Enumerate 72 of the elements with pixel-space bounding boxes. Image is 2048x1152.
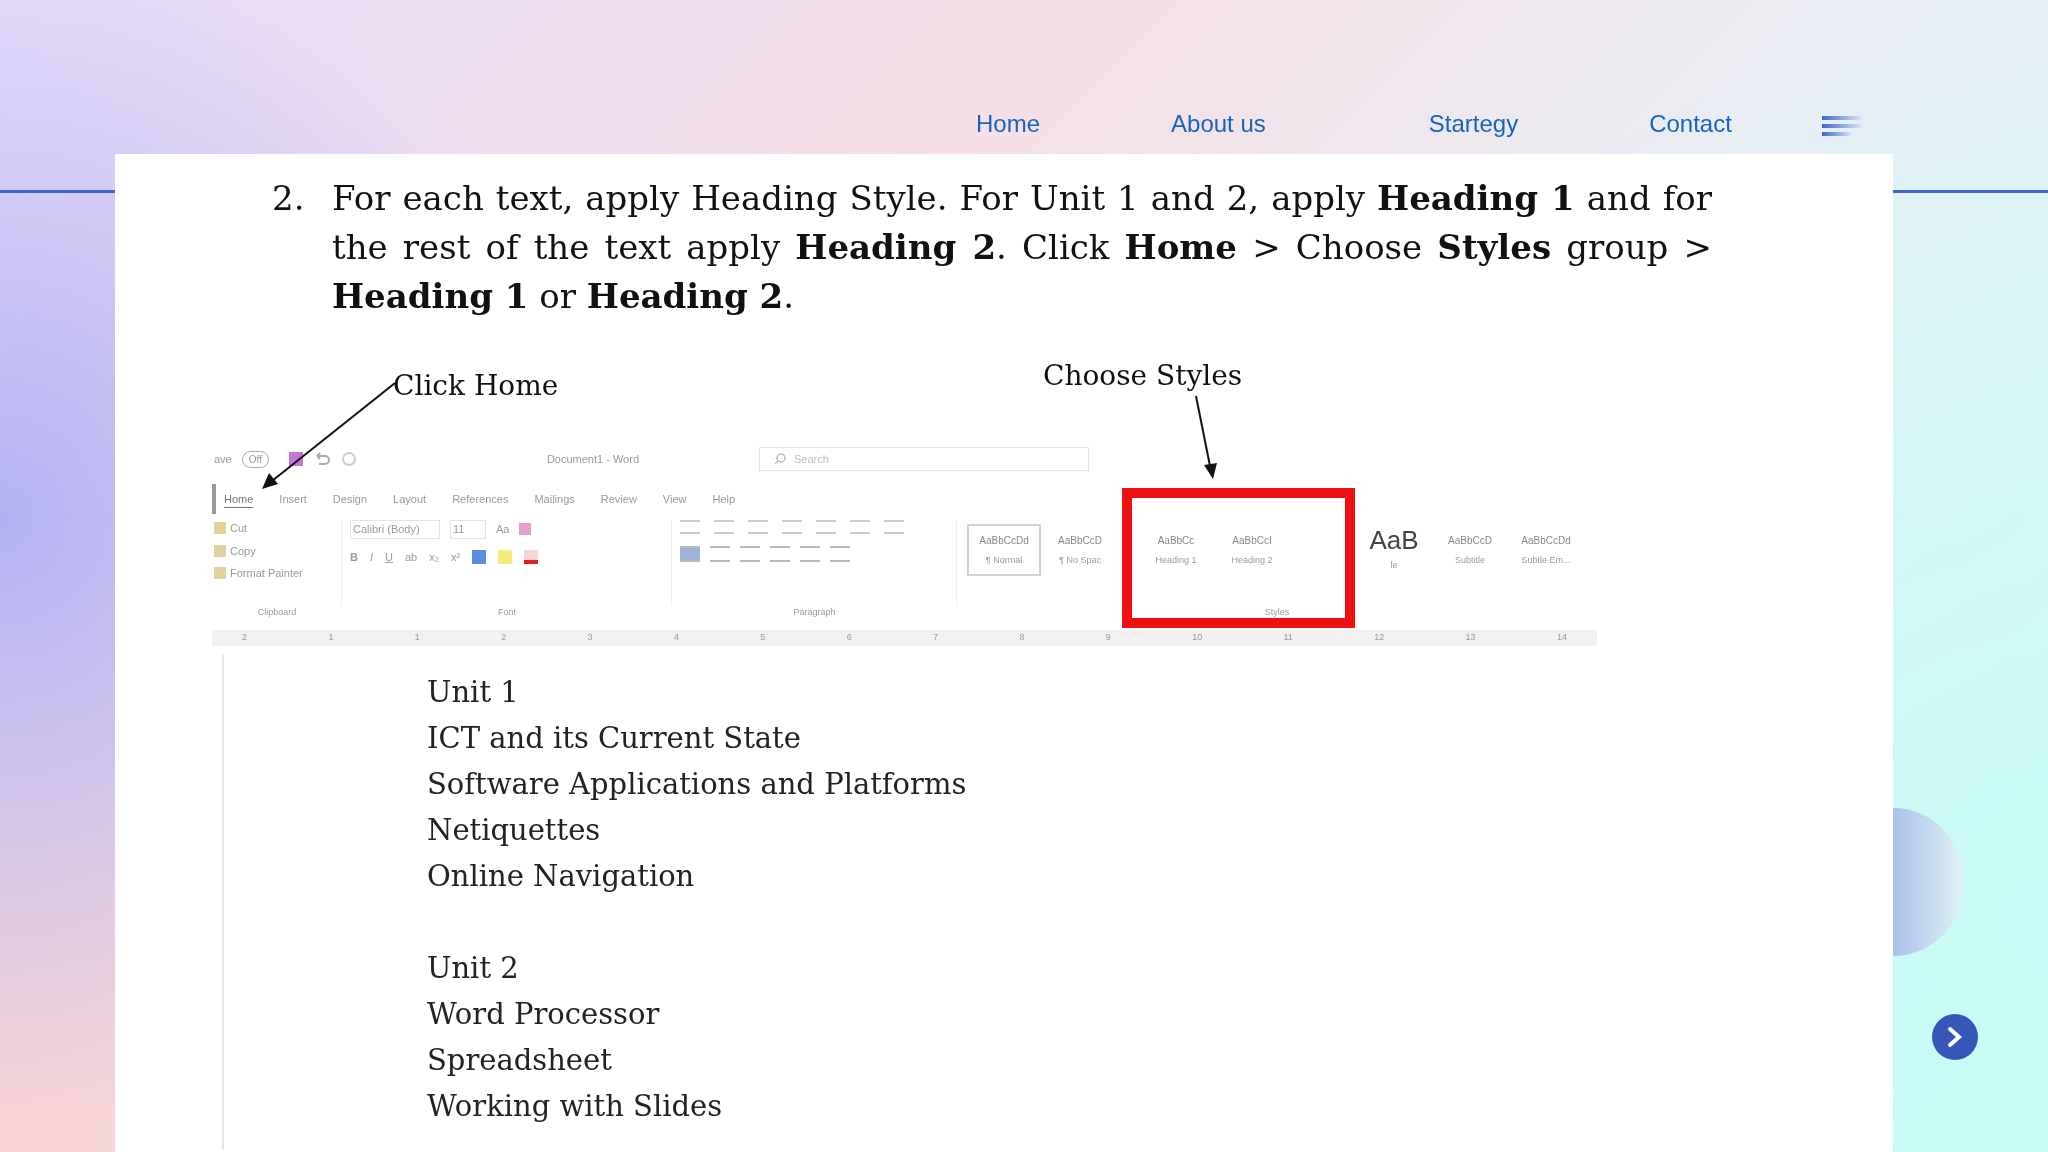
callout-label: Choose Styles	[1043, 358, 1243, 394]
change-case-button[interactable]: Aa	[496, 521, 510, 538]
style-preview: AaB	[1369, 527, 1419, 554]
chevron-right-icon	[1946, 1026, 1964, 1048]
format-button[interactable]: x²	[451, 548, 461, 565]
document-line: Unit 2	[427, 950, 520, 987]
instruction-text: For each text, apply Heading Style. For Unit 1 and 2, apply Heading 1 and for the rest of the text apply Heading 2. Click Home > Choose Styles group > Heading 1 or Heading 2.	[332, 177, 1712, 318]
style-preview: AaBbCcDd	[979, 533, 1029, 548]
search-field[interactable]: Search	[759, 447, 1089, 471]
ribbon-tab[interactable]: Design	[332, 490, 368, 508]
style-preview: AaBbCcD	[1448, 533, 1492, 548]
clipboard-command[interactable]: Cut	[230, 520, 248, 537]
ribbon-tab[interactable]: Home	[224, 490, 254, 508]
style-name: Heading 1	[1155, 553, 1197, 567]
group-label: Styles	[1264, 606, 1290, 618]
document-line: Word Processor	[427, 996, 661, 1033]
document-line: ICT and its Current State	[427, 720, 802, 757]
group-label: Paragraph	[793, 606, 836, 618]
ribbon-tab[interactable]: Mailings	[534, 490, 575, 508]
style-gallery-item[interactable]: AaBbCcD ¶ No Spac	[1043, 524, 1117, 576]
redo-icon[interactable]	[340, 451, 357, 467]
document-line: Software Applications and Platforms	[427, 766, 968, 803]
ribbon-tab[interactable]: Layout	[393, 490, 427, 508]
style-gallery-item[interactable]: AaBbCcD Subtitle	[1433, 524, 1507, 576]
nav-link[interactable]: Startegy	[1428, 106, 1519, 142]
next-button[interactable]	[1932, 1014, 1978, 1060]
document-line: Online Navigation	[427, 858, 696, 895]
ribbon-tab[interactable]: Help	[712, 490, 736, 508]
nav-link[interactable]: Home	[976, 106, 1041, 142]
autosave-label: ave	[214, 451, 232, 467]
format-button[interactable]: ab	[404, 548, 418, 565]
style-gallery-item[interactable]: AaB le	[1357, 524, 1431, 576]
style-gallery-item[interactable]: AaBbCc Heading 1	[1139, 524, 1213, 576]
menu-icon[interactable]	[1821, 116, 1862, 136]
style-preview: AaBbCcDd	[1521, 533, 1571, 548]
window-title: Document1 - Word	[546, 451, 639, 467]
style-name: le	[1390, 559, 1398, 573]
ribbon-tab[interactable]: References	[452, 490, 509, 508]
format-button[interactable]: U	[385, 548, 393, 565]
font-size-field[interactable]: 11	[450, 520, 486, 539]
style-gallery-item[interactable]: AaBbCcDd ¶ Normal	[967, 524, 1041, 576]
style-name: Subtle Em...	[1521, 553, 1571, 567]
font-color-icon[interactable]	[524, 549, 539, 564]
style-preview: AaBbCcI	[1232, 533, 1272, 548]
style-name: Subtitle	[1455, 553, 1485, 567]
style-gallery-item[interactable]: AaBbCcI Heading 2	[1215, 524, 1289, 576]
format-button[interactable]: x₂	[429, 548, 439, 565]
group-label: Font	[498, 606, 516, 618]
ribbon-tab[interactable]: Insert	[279, 490, 307, 508]
ribbon-tab[interactable]: Review	[600, 490, 637, 508]
group-label: Clipboard	[257, 606, 297, 618]
style-name: ¶ No Spac	[1059, 553, 1101, 567]
font-name-field[interactable]: Calibri (Body)	[350, 520, 440, 539]
nav-link[interactable]: About us	[1171, 106, 1266, 142]
style-name: ¶ Normal	[985, 553, 1023, 567]
nav-link[interactable]: Contact	[1649, 106, 1732, 142]
clipboard-command[interactable]: Copy	[230, 542, 256, 559]
style-preview: AaBbCcD	[1058, 533, 1102, 548]
list-number: 2.	[272, 177, 306, 220]
format-button[interactable]: B	[350, 548, 358, 565]
style-preview: AaBbCc	[1157, 533, 1195, 548]
document-line: Spreadsheet	[427, 1042, 613, 1079]
document-line: Working with Slides	[427, 1088, 724, 1125]
clipboard-command[interactable]: Format Painter	[230, 565, 303, 582]
style-gallery-item[interactable]: AaBbCcDd Subtle Em...	[1509, 524, 1583, 576]
style-name: Heading 2	[1231, 553, 1273, 567]
callout-label: Click Home	[393, 368, 559, 404]
ruler: 2 1 1 2 3 4 5 6 7 8 9 10 11 12 13 14	[212, 630, 1597, 646]
document-line: Netiquettes	[427, 812, 602, 849]
ribbon-tab[interactable]: View	[662, 490, 687, 508]
search-icon	[774, 453, 786, 465]
document-line: Unit 1	[427, 674, 520, 711]
